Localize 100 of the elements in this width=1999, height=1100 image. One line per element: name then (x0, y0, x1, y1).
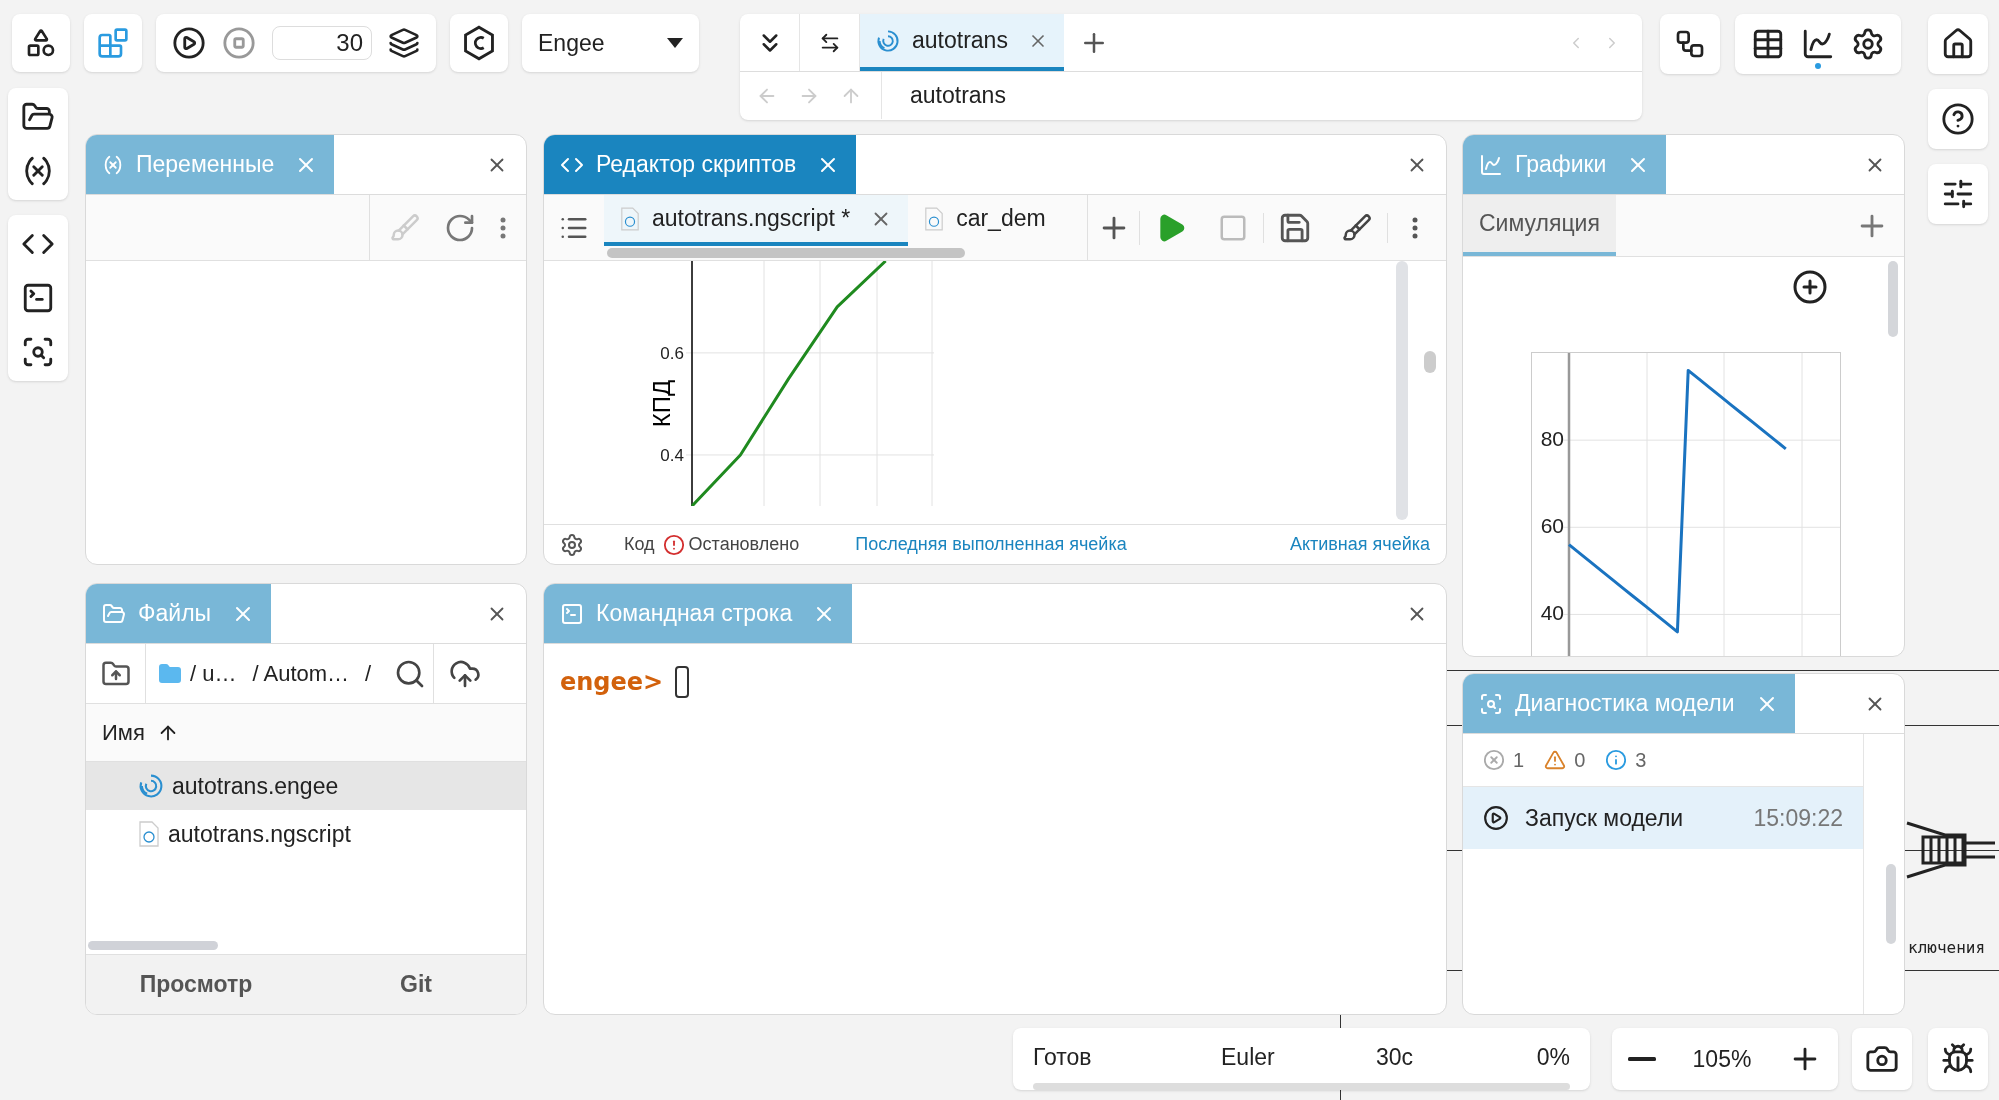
shapes-icon (25, 27, 57, 59)
play-icon (1483, 805, 1509, 831)
breadcrumb[interactable]: / Autom… (252, 657, 350, 690)
panel-title: Переменные (136, 150, 275, 180)
count-label: 3 (1635, 748, 1647, 773)
play-icon (172, 26, 206, 60)
brush-icon (1341, 212, 1372, 243)
script-tab[interactable]: autotrans.ngscript * (604, 195, 909, 247)
info-icon (1605, 749, 1628, 771)
sliders-icon (1941, 177, 1975, 211)
engee-file-icon (138, 773, 164, 799)
mode-label: Код (624, 533, 655, 556)
panel-title: Редактор скриптов (596, 150, 797, 180)
tab-label: autotrans (912, 26, 1008, 56)
y-tick-label: 0.4 (660, 445, 684, 465)
blocks-button[interactable] (84, 14, 142, 72)
sliders-button[interactable] (1928, 164, 1988, 224)
progress-text: 0% (1536, 1043, 1570, 1072)
scrollbar[interactable] (1888, 261, 1898, 337)
text-cursor[interactable] (675, 666, 690, 698)
search-icon (21, 335, 55, 369)
column-header[interactable]: Имя (102, 716, 145, 749)
zoom-out-button[interactable] (1628, 1057, 1656, 1061)
file-name: autotrans.ngscript (168, 819, 351, 849)
layers-icon (388, 27, 420, 59)
apps-button[interactable] (12, 14, 70, 72)
folder-icon (102, 601, 126, 626)
time-text: 30с (1376, 1043, 1414, 1072)
entry-label: Запуск модели (1525, 803, 1684, 833)
document-tab[interactable]: autotrans (860, 14, 1064, 71)
settings-icon (1851, 27, 1885, 61)
breadcrumb[interactable]: / u… (190, 657, 237, 690)
file-row[interactable]: autotrans.ngscript (86, 810, 526, 858)
brush-icon (390, 212, 420, 243)
settings-icon[interactable] (560, 532, 584, 557)
scrollbar[interactable] (1424, 351, 1436, 373)
blocks-icon (97, 27, 129, 59)
stop-button[interactable] (222, 26, 256, 60)
solver-select[interactable]: Engee (522, 14, 699, 72)
panel-title: Графики (1515, 150, 1607, 180)
last-cell-link[interactable]: Последняя выполненная ячейка (855, 531, 1127, 558)
folder-icon (158, 661, 182, 686)
path-text: autotrans (910, 81, 1006, 111)
diagnostic-row[interactable]: Запуск модели 15:09:22 (1463, 787, 1863, 849)
help-icon (1941, 102, 1975, 136)
settings-button[interactable] (1851, 27, 1885, 61)
bottom-tab[interactable]: Просмотр (86, 955, 306, 1014)
scrollbar[interactable] (607, 248, 965, 259)
warning-icon (1544, 749, 1567, 771)
code-generation-button[interactable] (450, 14, 508, 72)
diagram-button[interactable] (1660, 14, 1720, 74)
engee-file-icon (876, 28, 900, 53)
terminal-icon (21, 281, 55, 315)
more-button[interactable] (500, 216, 506, 239)
caret-icon (667, 38, 683, 48)
layers-download-button[interactable] (388, 27, 420, 59)
entry-time: 15:09:22 (1753, 803, 1843, 833)
chart-icon (1479, 152, 1503, 177)
panel-title: Диагностика модели (1515, 689, 1735, 719)
graph-tab[interactable]: Симуляция (1463, 195, 1616, 256)
panel-tab[interactable]: Редактор скриптов (544, 135, 857, 194)
script-file-icon (924, 206, 945, 231)
count-label: 1 (1513, 748, 1525, 773)
variables-icon (102, 153, 124, 176)
minus-icon (1628, 1057, 1656, 1061)
debug-button[interactable] (1928, 1028, 1988, 1090)
bottom-tab[interactable]: Git (306, 955, 526, 1014)
screenshot-button[interactable] (1852, 1028, 1912, 1090)
sim-time-field[interactable]: 30 (272, 26, 372, 60)
run-button[interactable] (172, 26, 206, 60)
prompt: engee> (560, 667, 664, 698)
stop-icon (222, 26, 256, 60)
home-button[interactable] (1928, 14, 1988, 74)
chart-icon (1801, 27, 1835, 61)
y-axis-label: КПД (648, 379, 675, 428)
zoom-in-icon[interactable] (1792, 269, 1828, 305)
more-icon (500, 216, 506, 239)
script-tab[interactable]: car_dem (908, 195, 1062, 247)
error-icon (1483, 749, 1505, 771)
diagnostics-button[interactable] (21, 335, 55, 369)
help-button[interactable] (1928, 89, 1988, 149)
script-file-icon (138, 821, 160, 847)
terminal-button[interactable] (21, 281, 55, 315)
file-row[interactable]: autotrans.engee (86, 762, 526, 810)
diagnostics-icon (1479, 691, 1503, 716)
status-text: Готов (1033, 1043, 1093, 1072)
y-tick-label: 0.6 (660, 343, 684, 363)
scrollbar[interactable] (88, 941, 218, 950)
table-button[interactable] (1751, 27, 1785, 61)
terminal-icon (560, 601, 584, 626)
file-name: autotrans.engee (172, 771, 339, 801)
y-tick-label: 60 (1540, 514, 1564, 538)
table-icon (1751, 27, 1785, 61)
tab-label: car_dem (956, 204, 1046, 234)
active-cell-link[interactable]: Активная ячейка (1289, 531, 1430, 558)
scrollbar[interactable] (1886, 864, 1896, 944)
panel-title: Файлы (138, 599, 212, 629)
breadcrumb[interactable]: / (365, 657, 372, 690)
block-label: ключения (1908, 937, 1986, 959)
y-tick-label: 40 (1540, 601, 1564, 625)
